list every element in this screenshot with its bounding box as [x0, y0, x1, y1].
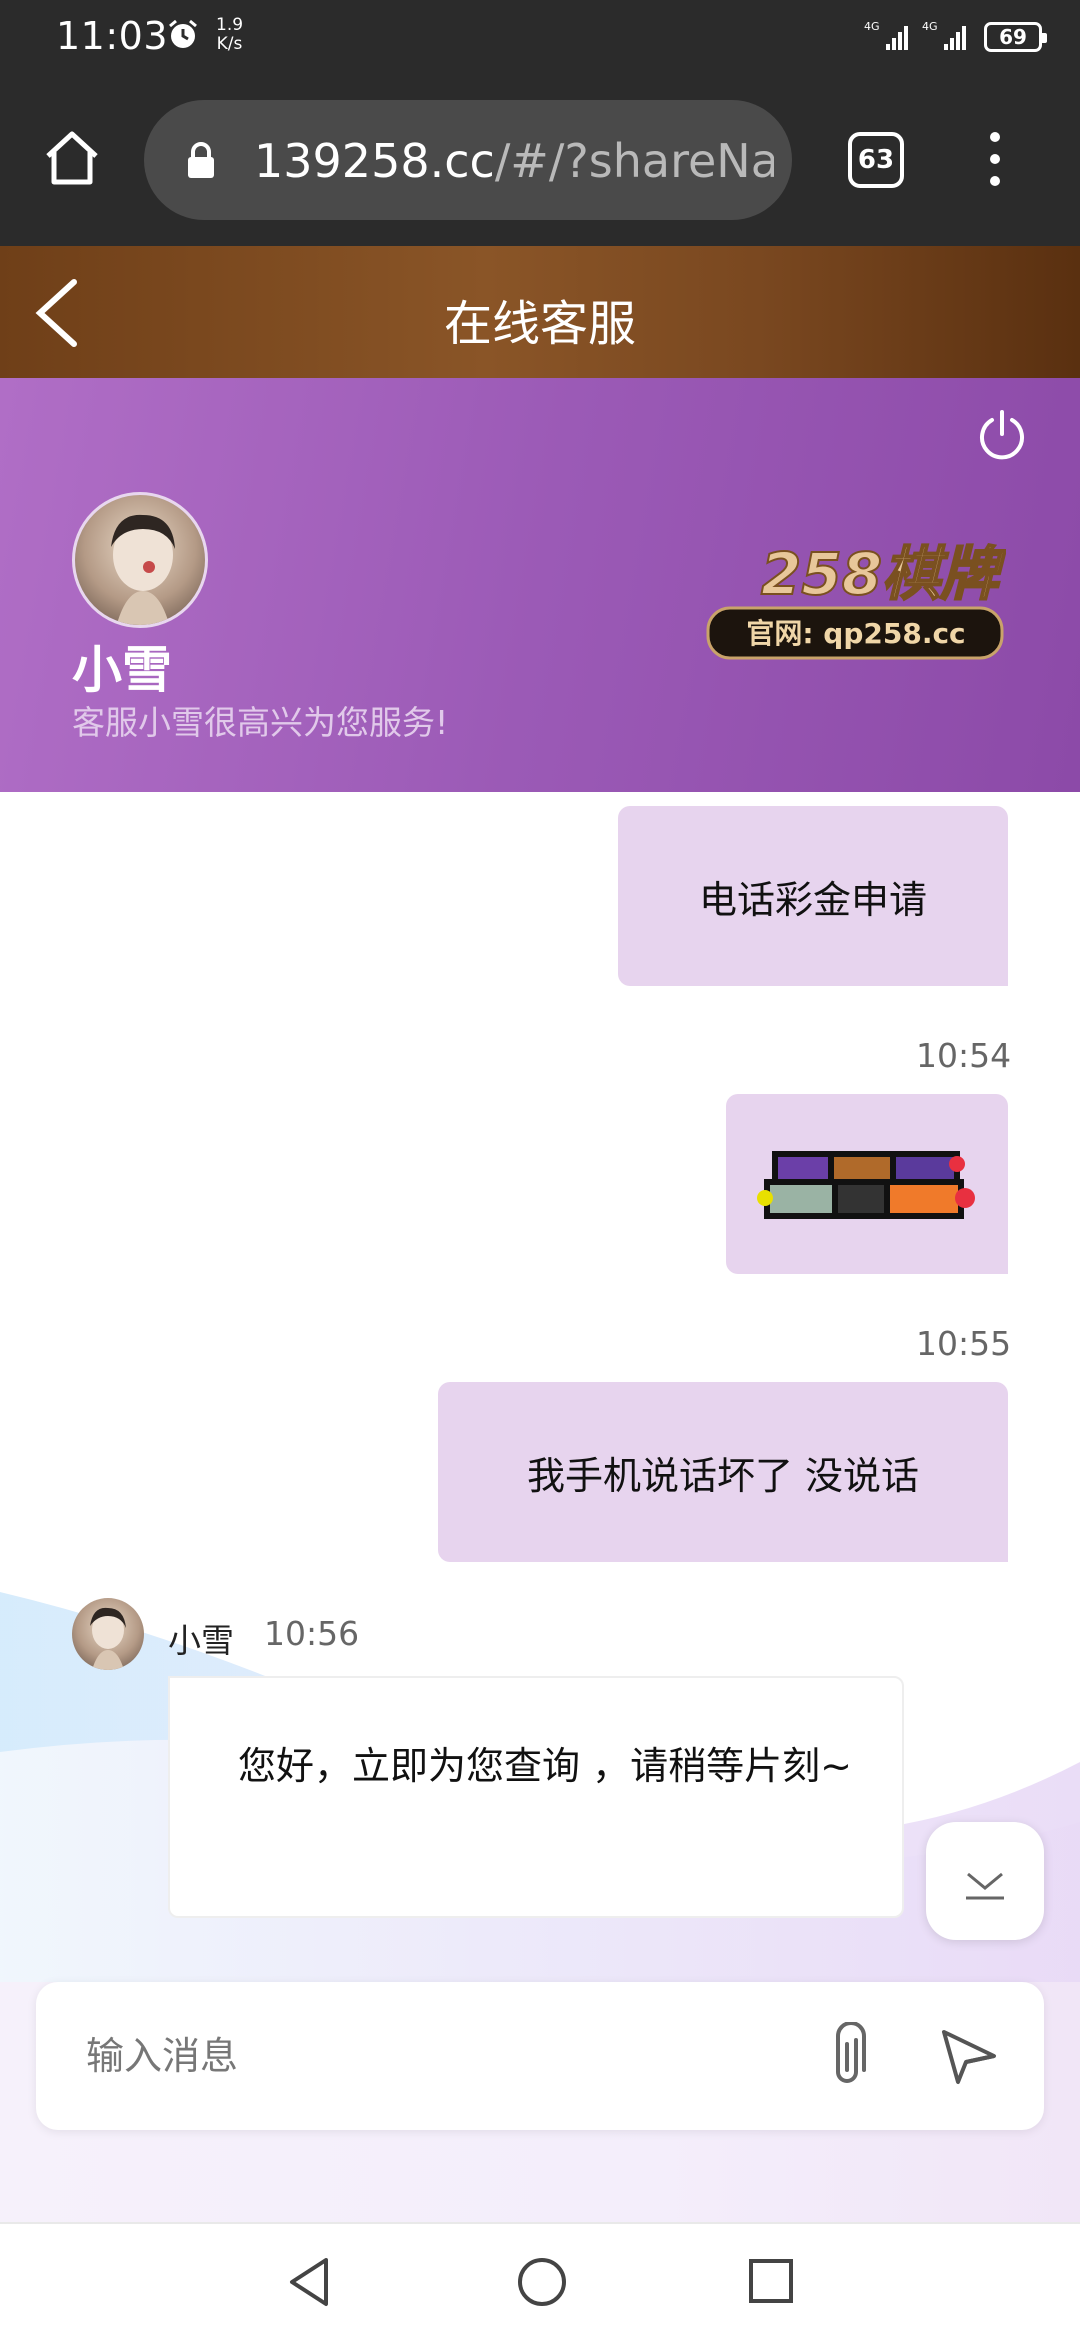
url-text[interactable]: 139258.cc/#/?shareNam: [254, 134, 774, 188]
network-speed-unit: K/s: [216, 34, 243, 54]
attachment-icon[interactable]: [822, 2022, 872, 2090]
agent-banner: 小雪 客服小雪很高兴为您服务! 258棋牌 官网: qp258.cc: [0, 378, 1080, 792]
signal-icon: 4G: [864, 20, 908, 50]
page-header: 在线客服: [0, 246, 1080, 378]
power-icon[interactable]: [974, 408, 1030, 464]
nav-back-icon[interactable]: [284, 2254, 334, 2310]
url-host: 139258.cc: [254, 134, 495, 188]
browser-toolbar: 139258.cc/#/?shareNam 63: [0, 76, 1080, 246]
message-time: 10:55: [916, 1324, 1012, 1363]
outgoing-message: 我手机说话坏了 没说话: [438, 1382, 1008, 1562]
system-nav-bar: [0, 2222, 1080, 2340]
url-path: /#/?shareNam: [494, 134, 774, 188]
tab-switcher-button[interactable]: 63: [848, 132, 904, 188]
brand-logo: 258棋牌 官网: qp258.cc: [706, 539, 1006, 660]
agent-slogan: 客服小雪很高兴为您服务!: [72, 703, 449, 742]
network-speed: 1.9 K/s: [216, 16, 243, 54]
address-bar[interactable]: 139258.cc/#/?shareNam: [144, 100, 792, 220]
signal-label-2: 4G: [922, 20, 938, 33]
status-time: 11:03: [56, 14, 169, 58]
sticker-image: [757, 1151, 975, 1219]
nav-home-icon[interactable]: [514, 2254, 570, 2310]
message-time: 10:56: [264, 1614, 360, 1653]
status-bar: 11:03 1.9 K/s 4G 4G 69: [0, 0, 1080, 76]
network-speed-value: 1.9: [216, 15, 244, 35]
alarm-icon: [169, 19, 197, 48]
outgoing-image-message[interactable]: [726, 1094, 1008, 1274]
page-title: 在线客服: [443, 296, 636, 352]
signal-icon-2: 4G: [922, 20, 966, 50]
lock-icon: [188, 142, 214, 178]
incoming-message: 您好，立即为您查询 ，请稍等片刻~: [168, 1676, 904, 1918]
agent-name: 小雪: [72, 641, 172, 699]
chevron-down-icon: [966, 1872, 1004, 1900]
nav-recents-icon[interactable]: [746, 2254, 796, 2310]
signal-label: 4G: [864, 20, 880, 33]
scroll-to-bottom-button[interactable]: [926, 1822, 1044, 1940]
brand-logo-bottom: 官网: qp258.cc: [746, 617, 965, 650]
more-menu-icon[interactable]: [980, 132, 1010, 188]
home-icon[interactable]: [40, 126, 104, 190]
battery-icon: 69: [984, 22, 1047, 52]
message-time: 10:54: [916, 1036, 1012, 1075]
message-sender: 小雪: [168, 1621, 234, 1660]
agent-avatar-small: [72, 1598, 144, 1670]
send-icon[interactable]: [940, 2024, 998, 2086]
brand-logo-top: 258棋牌: [761, 540, 1006, 608]
agent-avatar: [72, 492, 208, 628]
message-input[interactable]: [86, 2022, 786, 2090]
chat-area[interactable]: 电话彩金申请 10:54 10:55 我手机说话坏了 没说话 小雪 10:56 …: [0, 792, 1080, 1982]
message-input-box: [36, 1982, 1044, 2130]
message-composer: [0, 1982, 1080, 2222]
outgoing-message: 电话彩金申请: [618, 806, 1008, 986]
